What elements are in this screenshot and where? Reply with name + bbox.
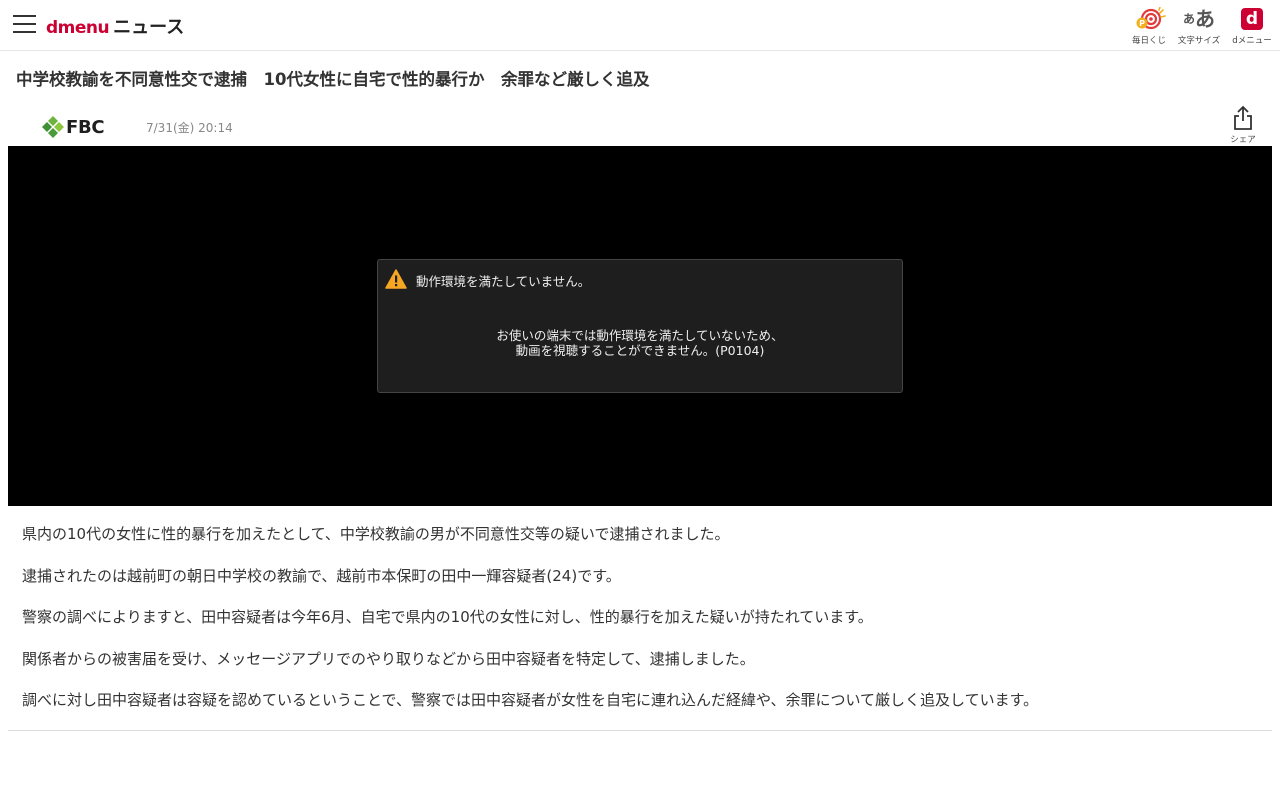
dmenu-label: dメニュー (1232, 36, 1272, 46)
video-player[interactable]: 動作環境を満たしていません。 お使いの端末では動作環境を満たしていないため、 動… (8, 146, 1272, 506)
article-body: 県内の10代の女性に性的暴行を加えたとして、中学校教諭の男が不同意性交等の疑いで… (22, 524, 1262, 732)
article-paragraph: 県内の10代の女性に性的暴行を加えたとして、中学校教諭の男が不同意性交等の疑いで… (22, 525, 730, 543)
share-label: シェア (1230, 135, 1256, 145)
font-size-button[interactable]: ああ 文字サイズ (1174, 6, 1224, 48)
daily-lottery-button[interactable]: P 毎日くじ (1128, 6, 1170, 48)
site-logo[interactable]: dmenu ニュース (46, 13, 185, 38)
dmenu-button[interactable]: d dメニュー (1228, 6, 1276, 48)
error-message-line-2: 動画を視聴することができません。(P0104) (515, 343, 765, 358)
publish-date: 7/31(金) 20:14 (146, 121, 233, 135)
svg-text:P: P (1139, 19, 1145, 28)
source-name: FBC (66, 116, 105, 138)
daily-lottery-label: 毎日くじ (1131, 36, 1166, 46)
error-title: 動作環境を満たしていません。 (416, 274, 591, 289)
article-paragraph: 調べに対し田中容疑者は容疑を認めているということで、警察では田中容疑者が女性を自… (22, 691, 1039, 709)
warning-icon (385, 268, 407, 289)
dmenu-icon: d (1241, 6, 1263, 32)
article-title: 中学校教諭を不同意性交で逮捕 10代女性に自宅で性的暴行か 余罪など厳しく追及 (16, 70, 650, 89)
share-button[interactable]: シェア (1226, 105, 1260, 147)
error-message: お使いの端末では動作環境を満たしていないため、 動画を視聴することができません。… (378, 328, 902, 358)
playback-error-dialog: 動作環境を満たしていません。 お使いの端末では動作環境を満たしていないため、 動… (377, 259, 903, 393)
logo-brand: dmenu (46, 18, 110, 38)
article-paragraph: 関係者からの被害届を受け、メッセージアプリでのやり取りなどから田中容疑者を特定し… (22, 649, 755, 668)
share-icon (1234, 105, 1252, 130)
source-logo[interactable]: FBC (42, 115, 105, 139)
lottery-target-icon: P (1132, 6, 1166, 32)
top-header: dmenu ニュース P 毎日くじ ああ 文字サイズ d dメニュー (0, 0, 1280, 51)
article-paragraph: 逮捕されたのは越前町の朝日中学校の教諭で、越前市本保町の田中一輝容疑者(24)で… (22, 566, 621, 585)
error-message-line-1: お使いの端末では動作環境を満たしていないため、 (496, 328, 784, 343)
logo-section: ニュース (113, 17, 185, 38)
article-divider (8, 730, 1272, 731)
menu-icon[interactable] (13, 15, 37, 35)
font-size-icon: ああ (1182, 7, 1215, 31)
font-size-label: 文字サイズ (1177, 36, 1221, 46)
fbc-diamond-icon (42, 116, 64, 138)
article-paragraph: 警察の調べによりますと、田中容疑者は今年6月、自宅で県内の10代の女性に対し、性… (22, 608, 873, 626)
